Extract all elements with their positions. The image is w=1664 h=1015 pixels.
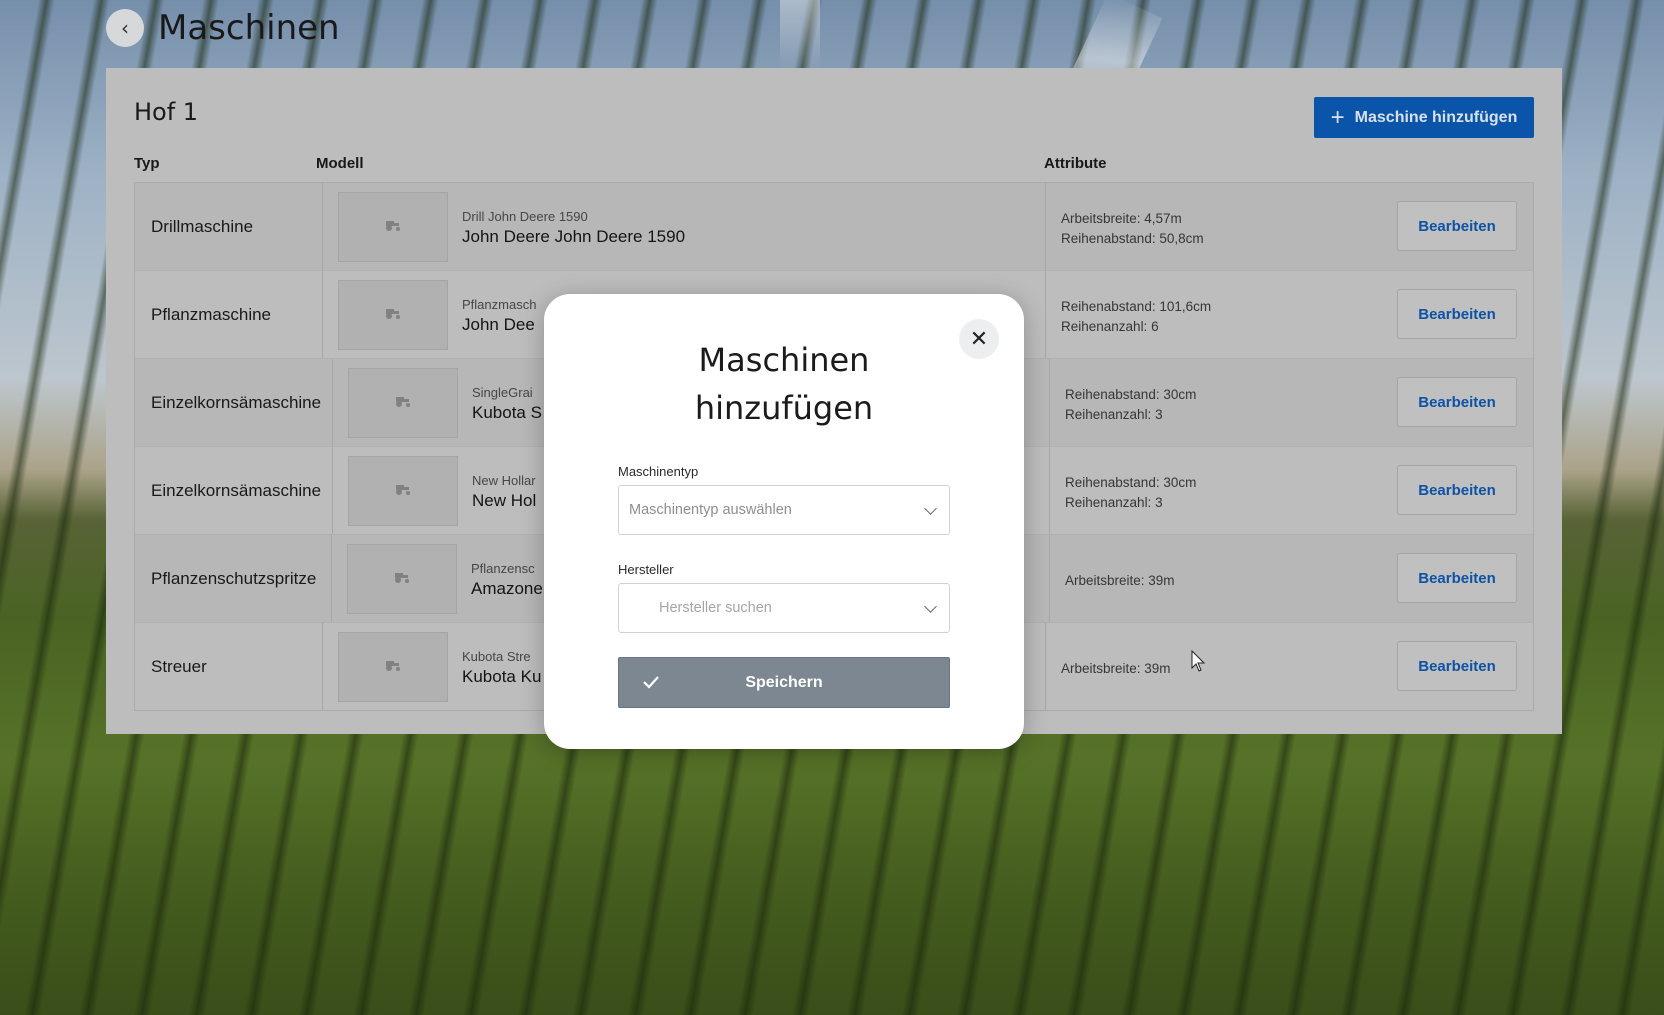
manufacturer-select[interactable]: Hersteller suchen xyxy=(618,583,950,633)
save-label: Speichern xyxy=(745,673,823,691)
manufacturer-placeholder: Hersteller suchen xyxy=(659,600,772,616)
machine-type-select[interactable]: Maschinentyp auswählen xyxy=(618,485,950,535)
check-icon xyxy=(643,676,659,689)
chevron-down-icon xyxy=(924,502,937,515)
add-machine-modal: ✕ Maschinen hinzufügen Maschinentyp Masc… xyxy=(544,294,1024,749)
chevron-down-icon xyxy=(924,600,937,613)
machine-type-label: Maschinentyp xyxy=(618,464,699,479)
manufacturer-label: Hersteller xyxy=(618,562,674,577)
mouse-cursor-icon xyxy=(1191,650,1206,672)
machine-type-placeholder: Maschinentyp auswählen xyxy=(629,502,792,518)
save-button[interactable]: Speichern xyxy=(618,657,950,708)
modal-title: Maschinen hinzufügen xyxy=(694,341,874,427)
